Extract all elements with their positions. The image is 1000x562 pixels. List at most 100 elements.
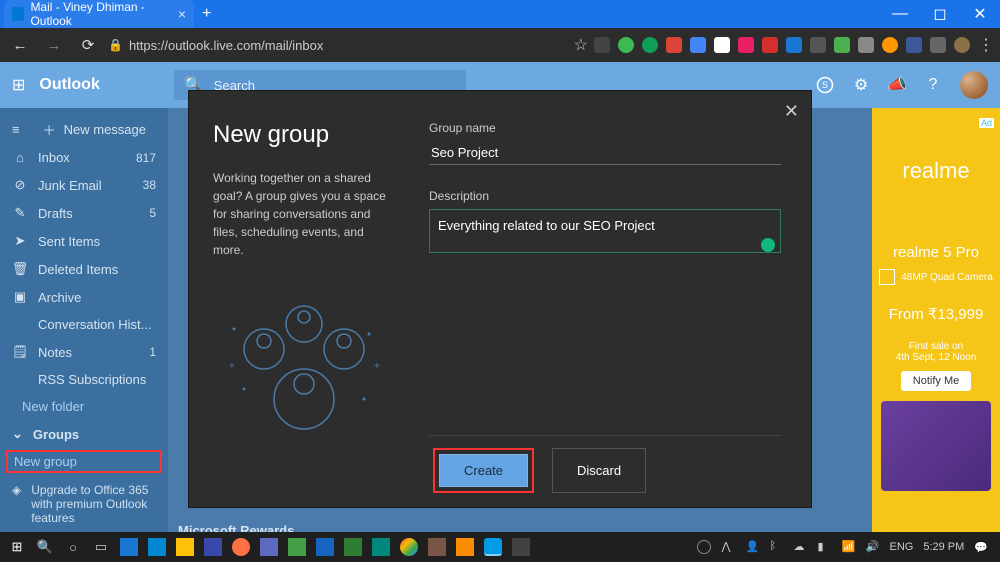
extension-icon[interactable] (714, 37, 730, 53)
close-dialog-button[interactable]: ✕ (784, 101, 799, 122)
skype-icon[interactable]: S (816, 76, 834, 94)
new-tab-button[interactable]: + (202, 5, 211, 23)
extension-icon[interactable] (834, 37, 850, 53)
address-bar[interactable]: https://outlook.live.com/mail/inbox (129, 38, 568, 53)
taskbar-app[interactable] (256, 534, 282, 560)
taskbar-app[interactable] (172, 534, 198, 560)
onedrive-icon[interactable]: ☁ (793, 540, 807, 554)
browser-toolbar: ← → ⟳ 🔒 https://outlook.live.com/mail/in… (0, 28, 1000, 62)
taskbar-app[interactable] (452, 534, 478, 560)
ad-cta-button[interactable]: Notify Me (901, 371, 971, 391)
taskbar-app[interactable] (340, 534, 366, 560)
taskbar-app[interactable] (480, 534, 506, 560)
extension-icon[interactable] (810, 37, 826, 53)
extension-icon[interactable] (666, 37, 682, 53)
new-group-link[interactable]: New group (6, 450, 162, 473)
description-input[interactable] (429, 209, 781, 253)
extension-icons: ⋮ (594, 35, 994, 55)
discard-button[interactable]: Discard (552, 448, 646, 493)
extension-icon[interactable] (618, 37, 634, 53)
search-taskbar-icon[interactable]: 🔍 (32, 534, 58, 560)
trash-icon: 🗑 (12, 261, 28, 277)
cortana-icon[interactable]: ○ (60, 534, 86, 560)
svg-text:+: + (229, 361, 235, 372)
notes-icon: 🗒 (12, 344, 28, 360)
tab-title: Mail - Viney Dhiman - Outlook (30, 0, 171, 28)
back-button[interactable]: ← (6, 31, 34, 59)
app-launcher-icon[interactable]: ⊞ (12, 75, 25, 95)
star-icon[interactable]: ☆ (574, 35, 588, 55)
groups-header[interactable]: ⌄Groups (0, 420, 168, 448)
extension-icon[interactable] (930, 37, 946, 53)
people-tray-icon[interactable]: 👤 (745, 540, 759, 554)
sidebar-item-drafts[interactable]: ✎Drafts5 (0, 199, 168, 227)
megaphone-icon[interactable]: 📣 (888, 76, 906, 94)
taskbar-app[interactable] (508, 534, 534, 560)
volume-icon[interactable]: 🔊 (865, 540, 879, 554)
tray-user-icon[interactable] (697, 540, 711, 554)
extension-icon[interactable] (642, 37, 658, 53)
clock[interactable]: 5:29 PM (923, 541, 964, 553)
user-avatar[interactable] (960, 71, 988, 99)
language-indicator[interactable]: ENG (889, 541, 913, 553)
battery-icon[interactable]: ▮ (817, 540, 831, 554)
reload-button[interactable]: ⟳ (74, 31, 102, 59)
extension-icon[interactable] (762, 37, 778, 53)
taskbar-app[interactable] (284, 534, 310, 560)
extension-icon[interactable] (906, 37, 922, 53)
sidebar-item-notes[interactable]: 🗒Notes1 (0, 338, 168, 366)
drafts-icon: ✎ (12, 205, 28, 221)
ad-panel[interactable]: Ad realme realme 5 Pro 48MP Quad Camera … (872, 108, 1000, 562)
hamburger-icon[interactable]: ≡ (12, 122, 20, 137)
bluetooth-icon[interactable]: ᛒ (769, 540, 783, 554)
start-button[interactable]: ⊞ (4, 534, 30, 560)
wifi-icon[interactable]: 📶 (841, 540, 855, 554)
extension-icon[interactable] (738, 37, 754, 53)
taskbar-app[interactable] (116, 534, 142, 560)
group-illustration: ++ (213, 289, 395, 449)
task-view-icon[interactable]: ▭ (88, 534, 114, 560)
taskbar-app[interactable] (144, 534, 170, 560)
extension-icon[interactable] (594, 37, 610, 53)
settings-icon[interactable]: ⚙ (852, 76, 870, 94)
help-icon[interactable]: ? (924, 76, 942, 94)
sidebar-item-inbox[interactable]: ⌂Inbox817 (0, 144, 168, 171)
sidebar-item-deleted[interactable]: 🗑Deleted Items (0, 255, 168, 283)
browser-tab[interactable]: Mail - Viney Dhiman - Outlook × (4, 0, 194, 28)
sidebar-item-archive[interactable]: ▣Archive (0, 283, 168, 311)
window-maximize-button[interactable]: ◻ (920, 0, 960, 28)
menu-icon[interactable]: ⋮ (978, 35, 994, 55)
sidebar-item-rss[interactable]: RSS Subscriptions (0, 366, 168, 393)
close-tab-icon[interactable]: × (178, 6, 186, 22)
extension-icon[interactable] (882, 37, 898, 53)
new-message-button[interactable]: ＋ New message (33, 114, 156, 145)
extension-icon[interactable] (690, 37, 706, 53)
new-folder-link[interactable]: New folder (0, 393, 168, 420)
sent-icon: ➤ (12, 233, 28, 249)
forward-button[interactable]: → (40, 31, 68, 59)
plus-icon: ＋ (43, 120, 56, 139)
sidebar-item-sent[interactable]: ➤Sent Items (0, 227, 168, 255)
taskbar-app[interactable] (200, 534, 226, 560)
taskbar-app[interactable] (312, 534, 338, 560)
taskbar-app[interactable] (396, 534, 422, 560)
archive-icon: ▣ (12, 289, 28, 305)
tray-icon[interactable]: ⋀ (721, 540, 735, 554)
sidebar-item-convhist[interactable]: Conversation Hist... (0, 311, 168, 338)
upgrade-promo[interactable]: ◈Upgrade to Office 365 with premium Outl… (0, 475, 168, 533)
profile-avatar-icon[interactable] (954, 37, 970, 53)
extension-icon[interactable] (858, 37, 874, 53)
create-button[interactable]: Create (439, 454, 528, 487)
notifications-icon[interactable]: 💬 (974, 541, 988, 554)
diamond-icon: ◈ (12, 483, 21, 525)
window-close-button[interactable]: ✕ (960, 0, 1000, 28)
group-name-input[interactable] (429, 141, 781, 165)
taskbar-app[interactable] (424, 534, 450, 560)
browser-tab-bar: Mail - Viney Dhiman - Outlook × + — ◻ ✕ (0, 0, 1000, 28)
sidebar-item-junk[interactable]: ⊘Junk Email38 (0, 171, 168, 199)
window-minimize-button[interactable]: — (880, 0, 920, 28)
grammarly-icon[interactable] (761, 238, 775, 252)
extension-icon[interactable] (786, 37, 802, 53)
taskbar-app[interactable] (368, 534, 394, 560)
taskbar-app[interactable] (228, 534, 254, 560)
